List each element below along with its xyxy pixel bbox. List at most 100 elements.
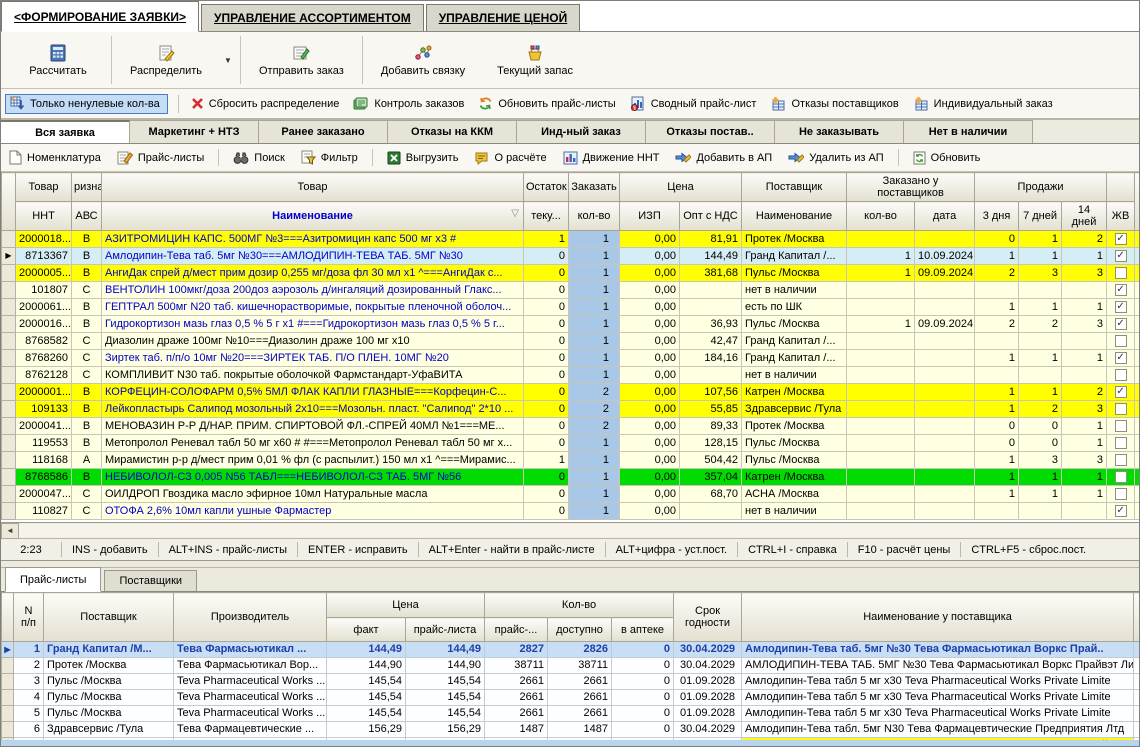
- row-selector[interactable]: ▶: [2, 642, 14, 658]
- row-selector[interactable]: [2, 706, 14, 722]
- cell-order-qty[interactable]: 1: [569, 231, 620, 248]
- pricelist-row[interactable]: 6 Здравсервис /Тула Тева Фармацевтически…: [2, 722, 1140, 738]
- table-row[interactable]: 8762128 С КОМПЛИВИТ N30 таб. покрытые об…: [2, 367, 1140, 384]
- col-manufacturer[interactable]: Производитель: [174, 593, 327, 642]
- scrollbar-track[interactable]: [19, 524, 1139, 537]
- row-selector[interactable]: ▶: [2, 248, 16, 265]
- table-row[interactable]: 109133 В Лейкопластырь Салипод мозольный…: [2, 401, 1140, 418]
- nomenclature-button[interactable]: Номенклатура: [7, 148, 103, 167]
- col-qty-group[interactable]: Кол-во: [485, 593, 674, 618]
- table-row[interactable]: 2000061... В ГЕПТРАЛ 500мг N20 таб. кише…: [2, 299, 1140, 316]
- pricelist-row[interactable]: 3 Пульс /Москва Teva Pharmaceutical Work…: [2, 674, 1140, 690]
- row-selector[interactable]: [2, 282, 16, 299]
- cell-order-qty[interactable]: 1: [569, 248, 620, 265]
- col-qty-pricelist[interactable]: прайс-...: [485, 618, 548, 642]
- row-selector[interactable]: [2, 316, 16, 333]
- zhv-checkbox[interactable]: [1115, 318, 1127, 330]
- col-fact[interactable]: факт: [327, 618, 406, 642]
- zhv-checkbox[interactable]: [1115, 471, 1127, 483]
- col-opt[interactable]: Опт с НДС: [680, 202, 742, 231]
- col-ostatok[interactable]: Остаток: [524, 173, 569, 202]
- view-tab-do-not-order[interactable]: Не заказывать: [775, 120, 904, 143]
- supplier-refusals-button[interactable]: Отказы поставщиков: [768, 94, 900, 113]
- view-tab-individual[interactable]: Инд-ный заказ: [517, 120, 646, 143]
- cell-order-qty[interactable]: 1: [569, 299, 620, 316]
- bottom-tab-suppliers[interactable]: Поставщики: [104, 570, 197, 591]
- zhv-checkbox[interactable]: [1115, 301, 1127, 313]
- view-tab-marketing[interactable]: Маркетинг + НТЗ: [130, 120, 259, 143]
- cell-order-qty[interactable]: 1: [569, 503, 620, 520]
- pricelist-row[interactable]: 2 Протек /Москва Тева Фармасьютикал Вор.…: [2, 658, 1140, 674]
- cell-order-qty[interactable]: 1: [569, 367, 620, 384]
- row-selector[interactable]: [2, 367, 16, 384]
- send-order-button[interactable]: Отправить заказ: [243, 32, 360, 88]
- col-tovar[interactable]: Товар: [16, 173, 72, 202]
- cell-order-qty[interactable]: 1: [569, 486, 620, 503]
- pricelist-row[interactable]: ▶ 1 Гранд Капитал /М... Тева Фармасьютик…: [2, 642, 1140, 658]
- table-row[interactable]: 2000041... В МЕНОВАЗИН Р-Р Д/НАР. ПРИМ. …: [2, 418, 1140, 435]
- col-supplier-name[interactable]: Наименование: [742, 202, 847, 231]
- zhv-checkbox[interactable]: [1115, 369, 1127, 381]
- cell-order-qty[interactable]: 2: [569, 401, 620, 418]
- col-qty-available[interactable]: доступно: [548, 618, 612, 642]
- remove-from-ap-button[interactable]: Удалить из АП: [786, 149, 885, 167]
- row-selector[interactable]: [2, 435, 16, 452]
- refresh-pricelists-button[interactable]: Обновить прайс-листы: [476, 94, 617, 113]
- zhv-checkbox[interactable]: [1115, 437, 1127, 449]
- row-selector[interactable]: [2, 418, 16, 435]
- col-postavshik[interactable]: Поставщик: [742, 173, 847, 202]
- col-priznak[interactable]: ризна: [72, 173, 102, 202]
- view-tab-not-available[interactable]: Нет в наличии: [904, 120, 1033, 143]
- current-stock-button[interactable]: Текущий запас: [481, 32, 589, 88]
- table-row[interactable]: 118168 А Мирамистин р-р д/мест прим 0,01…: [2, 452, 1140, 469]
- zhv-checkbox[interactable]: [1115, 284, 1127, 296]
- col-zhv[interactable]: ЖВ: [1107, 202, 1135, 231]
- row-selector[interactable]: [2, 350, 16, 367]
- col-supplier-item-name[interactable]: Наименование у поставщика: [742, 593, 1134, 642]
- table-row[interactable]: 2000018... В АЗИТРОМИЦИН КАПС. 500МГ №3=…: [2, 231, 1140, 248]
- zhv-checkbox[interactable]: [1115, 505, 1127, 517]
- export-button[interactable]: Выгрузить: [385, 149, 461, 167]
- add-link-button[interactable]: Добавить связку: [365, 32, 481, 88]
- zhv-checkbox[interactable]: [1115, 267, 1127, 279]
- bottom-tab-pricelists[interactable]: Прайс-листы: [5, 567, 101, 592]
- col-ordered-date[interactable]: дата: [915, 202, 975, 231]
- calculate-button[interactable]: Рассчитать: [7, 32, 109, 88]
- cell-order-qty[interactable]: 1: [569, 282, 620, 299]
- horizontal-scrollbar[interactable]: ◄: [1, 523, 1139, 539]
- distribute-button[interactable]: Распределить: [114, 32, 218, 88]
- about-calculation-button[interactable]: О расчёте: [472, 149, 548, 167]
- tab-formirovanie-zayavki[interactable]: <ФОРМИРОВАНИЕ ЗАЯВКИ>: [1, 1, 199, 32]
- row-selector[interactable]: [2, 658, 14, 674]
- col-sales-14d[interactable]: 14 дней: [1062, 202, 1107, 231]
- table-row[interactable]: 2000047... С ОИЛДРОП Гвоздика масло эфир…: [2, 486, 1140, 503]
- row-selector[interactable]: [2, 486, 16, 503]
- row-selector[interactable]: [2, 265, 16, 282]
- col-tovar2[interactable]: Товар: [102, 173, 524, 202]
- col-zakazat[interactable]: Заказать: [569, 173, 620, 202]
- col-zakazano[interactable]: Заказано у поставщиков: [847, 173, 975, 202]
- pricelist-row[interactable]: 5 Пульс /Москва Teva Pharmaceutical Work…: [2, 706, 1140, 722]
- cell-order-qty[interactable]: 1: [569, 333, 620, 350]
- add-to-ap-button[interactable]: Добавить в АП: [673, 149, 774, 167]
- pricelists-button[interactable]: Прайс-листы: [115, 148, 206, 167]
- update-button[interactable]: Обновить: [911, 149, 983, 167]
- zhv-checkbox[interactable]: [1115, 352, 1127, 364]
- row-selector[interactable]: [2, 722, 14, 738]
- order-control-button[interactable]: Контроль заказов: [351, 94, 466, 113]
- distribute-dropdown-arrow[interactable]: ▼: [218, 32, 238, 88]
- scroll-left-icon[interactable]: ◄: [1, 523, 19, 539]
- table-row[interactable]: 2000001... В КОРФЕЦИН-СОЛОФАРМ 0,5% 5МЛ …: [2, 384, 1140, 401]
- summary-pricelist-button[interactable]: $ Сводный прайс-лист: [628, 94, 759, 113]
- zhv-checkbox[interactable]: [1115, 250, 1127, 262]
- col-naimenovanie[interactable]: Наименование▽: [102, 202, 524, 231]
- cell-order-qty[interactable]: 1: [569, 452, 620, 469]
- table-row[interactable]: 101807 С ВЕНТОЛИН 100мкг/доза 200доз аэр…: [2, 282, 1140, 299]
- reset-distribution-button[interactable]: Сбросить распределение: [189, 95, 342, 112]
- view-tab-ordered-before[interactable]: Ранее заказано: [259, 120, 388, 143]
- sort-indicator-icon[interactable]: ▽: [511, 208, 519, 219]
- row-selector[interactable]: [2, 231, 16, 248]
- row-selector[interactable]: [2, 690, 14, 706]
- col-sales-7d[interactable]: 7 дней: [1019, 202, 1062, 231]
- col-expiry[interactable]: Срок годности: [674, 593, 742, 642]
